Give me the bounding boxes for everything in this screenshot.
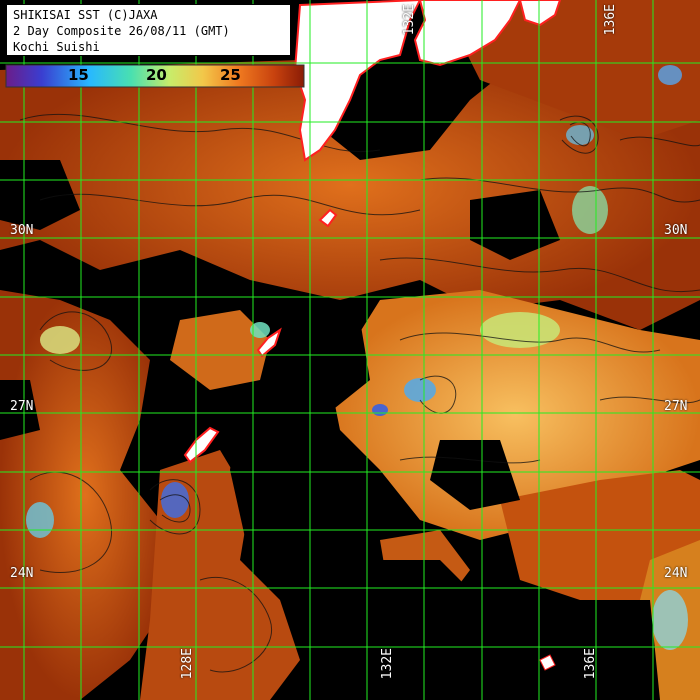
- sst-cool-spot: [480, 312, 560, 348]
- lat-label-27n-right: 27N: [664, 399, 688, 414]
- lat-label-27n-left: 27N: [10, 399, 34, 414]
- lon-label-136e-bottom: 136E: [583, 648, 598, 680]
- lon-label-132e-bottom: 132E: [380, 648, 395, 680]
- sst-cool-spot: [40, 326, 80, 354]
- sst-cool-spot: [658, 65, 682, 85]
- lon-label-128e-bottom: 128E: [180, 648, 195, 680]
- sst-cool-spot: [372, 404, 388, 416]
- lat-label-24n-left: 24N: [10, 566, 34, 581]
- sst-cool-spot: [26, 502, 54, 538]
- colorbar-tick-label: 20: [146, 66, 167, 84]
- title-line-3: Kochi Suishi: [13, 40, 100, 54]
- colorbar-tick-label: 25: [220, 66, 241, 84]
- sst-map: [0, 0, 700, 700]
- sst-cool-spot: [572, 186, 608, 234]
- title-line-1: SHIKISAI SST (C)JAXA: [13, 8, 158, 22]
- lat-label-30n-left: 30N: [10, 223, 34, 238]
- lon-label-132e-top: 132E: [402, 4, 417, 36]
- title-box: SHIKISAI SST (C)JAXA 2 Day Composite 26/…: [6, 4, 291, 56]
- sst-cool-spot: [404, 378, 436, 402]
- sst-cool-spot: [161, 482, 189, 518]
- lat-label-24n-right: 24N: [664, 566, 688, 581]
- sst-cool-spot: [652, 590, 688, 650]
- title-line-2: 2 Day Composite 26/08/11 (GMT): [13, 24, 230, 38]
- lon-label-136e-top: 136E: [603, 4, 618, 36]
- colorbar-tick-label: 15: [68, 66, 89, 84]
- lat-label-30n-right: 30N: [664, 223, 688, 238]
